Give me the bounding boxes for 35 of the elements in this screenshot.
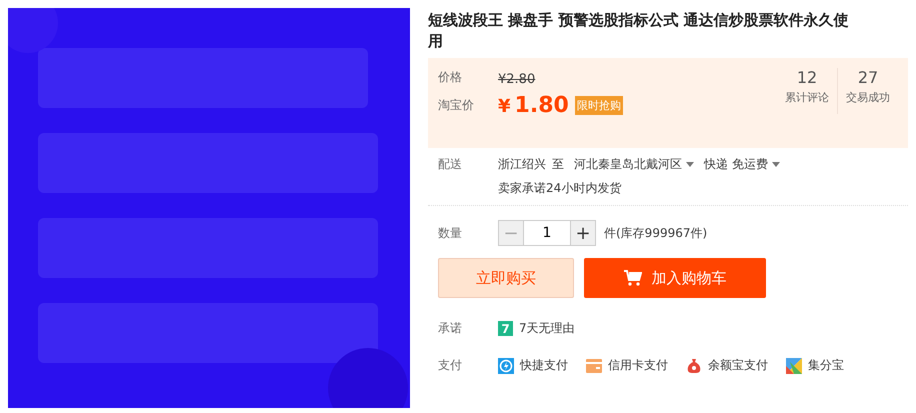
stat-label[interactable]: 交易成功 (846, 90, 890, 105)
delivery-label: 配送 (438, 156, 463, 173)
payment-method[interactable]: 信用卡支付 (608, 357, 668, 374)
caret-icon (686, 162, 694, 167)
shipping-method-dropdown[interactable]: 快递 免运费 (704, 156, 780, 173)
stock-text: 件(库存999967件) (604, 224, 708, 242)
product-title: 短线波段王 操盘手 预警选股指标公式 通达信炒股票软件永久使用 (428, 10, 850, 52)
payment-method[interactable]: 余额宝支付 (708, 357, 768, 374)
money-bag-icon (686, 358, 702, 374)
payment-method[interactable]: 快捷支付 (520, 357, 568, 374)
cart-icon (624, 270, 642, 286)
ship-from: 浙江绍兴 (498, 156, 546, 173)
stat-value: 12 (796, 68, 818, 87)
return-policy[interactable]: 7天无理由 (519, 320, 575, 337)
quantity-field[interactable]: 1 (524, 220, 570, 246)
increase-button[interactable]: + (570, 220, 596, 246)
original-price: ¥2.80 (498, 72, 536, 87)
price-label: 价格 (438, 69, 463, 86)
stat-value: 27 (858, 68, 878, 87)
flash-sale-tag: 限时抢购 (574, 96, 623, 115)
destination-dropdown[interactable]: 河北秦皇岛北戴河区 (574, 156, 694, 173)
promo-price-label: 淘宝价 (438, 97, 475, 114)
promo-price: ¥ 1.80 (498, 93, 569, 118)
credit-card-icon (586, 358, 602, 374)
shipping-promise: 卖家承诺24小时内发货 (498, 180, 622, 197)
colorful-square-icon (786, 358, 802, 374)
payment-method[interactable]: 集分宝 (808, 357, 844, 374)
caret-icon (772, 162, 780, 167)
payment-label: 支付 (438, 357, 463, 374)
quantity-label: 数量 (438, 224, 463, 242)
ship-to-word: 至 (552, 156, 564, 173)
stat-label[interactable]: 累计评论 (785, 90, 829, 105)
promise-label: 承诺 (438, 320, 463, 337)
seven-day-icon: 7 (498, 321, 513, 336)
lightning-icon (498, 358, 514, 374)
